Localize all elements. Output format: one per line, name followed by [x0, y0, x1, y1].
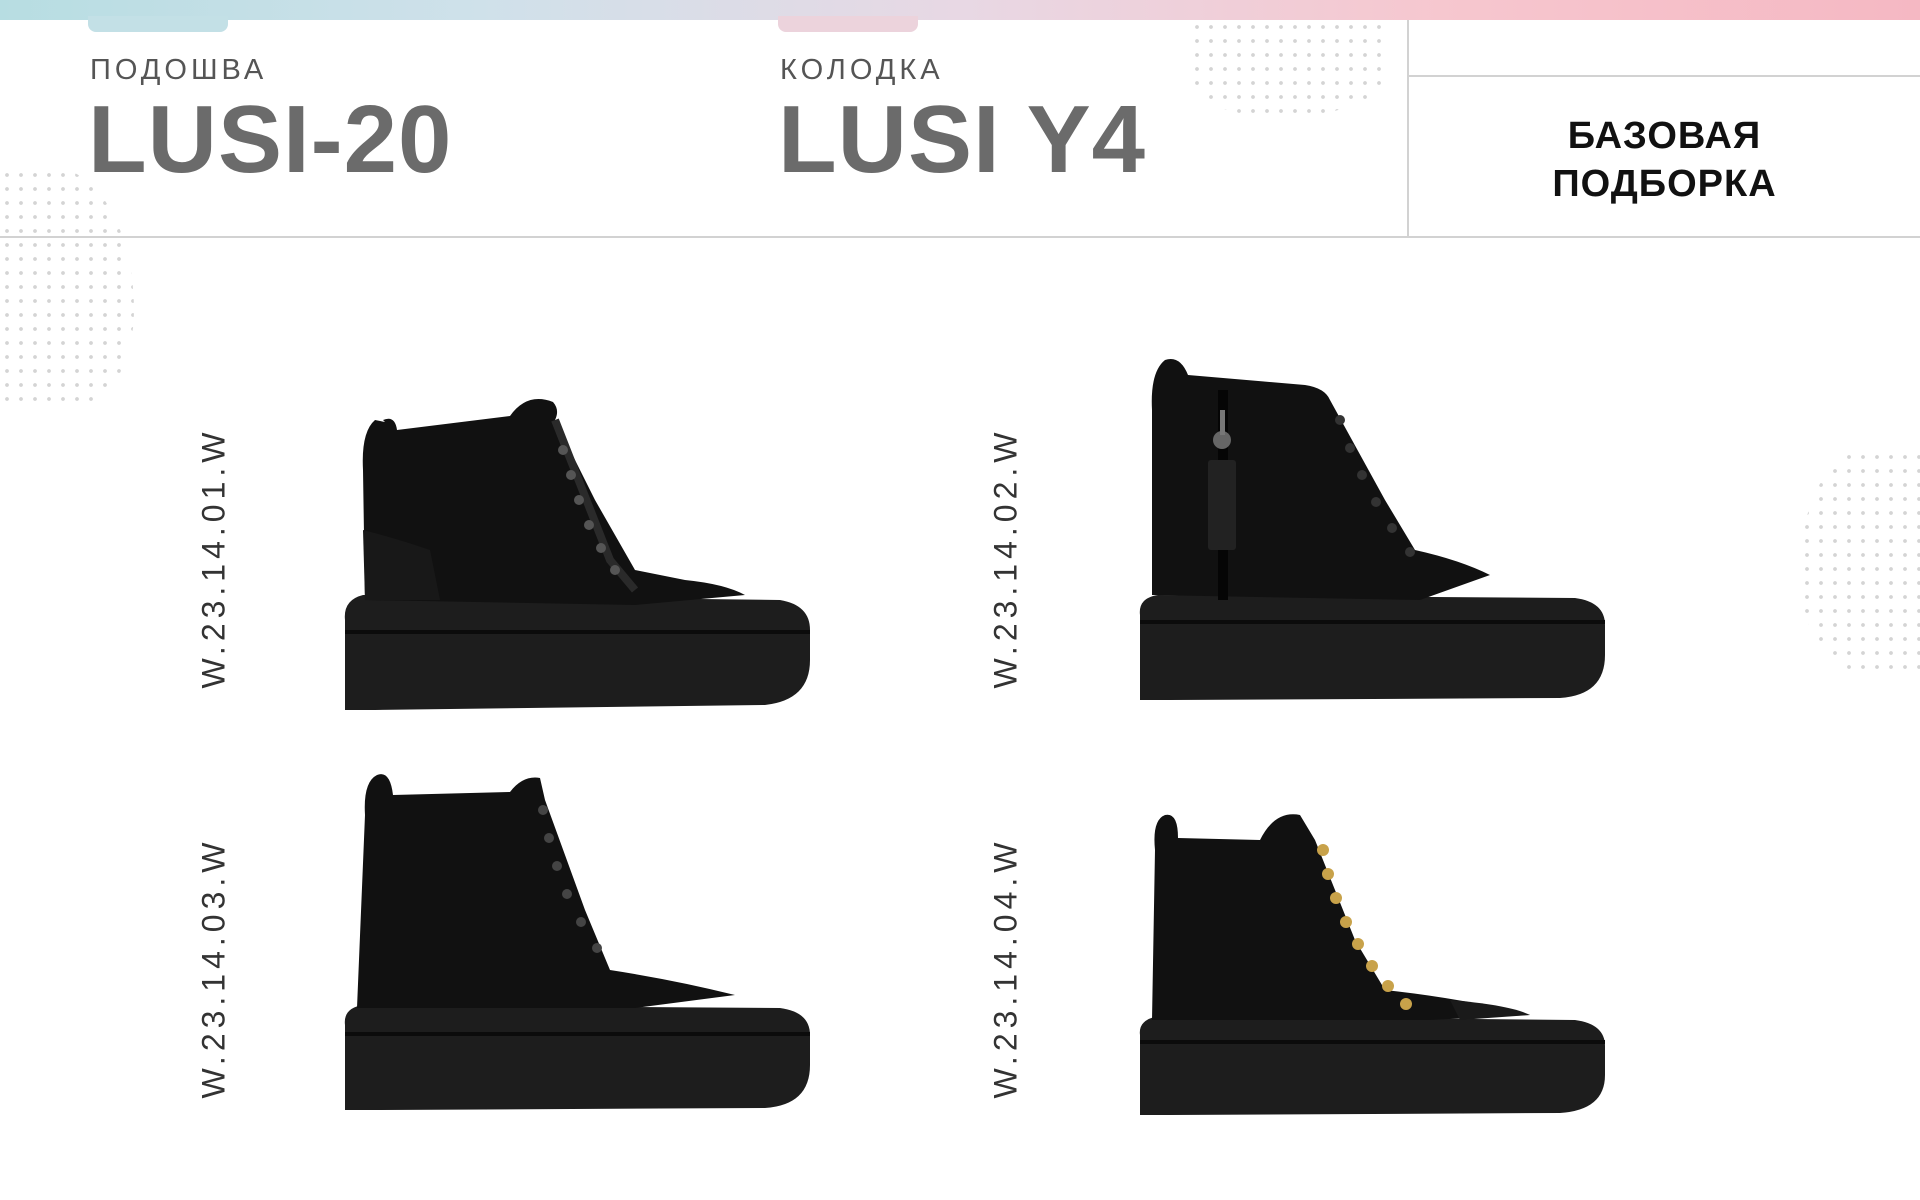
- last-label: КОЛОДКА: [780, 54, 944, 86]
- product-article-1: W.23.14.01.W: [195, 427, 232, 689]
- header-panel: ПОДОШВА LUSI-20 КОЛОДКА LUSI Y4 БАЗОВАЯ …: [0, 20, 1920, 238]
- header-right-line: [1409, 75, 1920, 77]
- black-suede-lace-up-boot-icon: [335, 770, 815, 1125]
- collection-title-line2: ПОДБОРКА: [1552, 163, 1777, 205]
- black-suede-high-top-boot-icon: [335, 380, 815, 715]
- collection-title-line1: БАЗОВАЯ: [1567, 115, 1762, 157]
- sole-label: ПОДОШВА: [90, 54, 268, 86]
- product-article-4: W.23.14.04.W: [987, 837, 1024, 1099]
- decorative-dot-pattern-right: [1800, 450, 1920, 670]
- product-article-3: W.23.14.03.W: [195, 837, 232, 1099]
- black-leather-zip-high-top-boot-icon: [1130, 350, 1610, 705]
- product-article-2: W.23.14.02.W: [987, 427, 1024, 689]
- top-gradient-stripe: [0, 0, 1920, 20]
- collection-title: БАЗОВАЯ ПОДБОРКА: [1409, 112, 1920, 208]
- black-suede-gold-hook-boot-icon: [1130, 810, 1610, 1125]
- last-name: LUSI Y4: [778, 86, 1147, 193]
- sole-name: LUSI-20: [88, 86, 453, 193]
